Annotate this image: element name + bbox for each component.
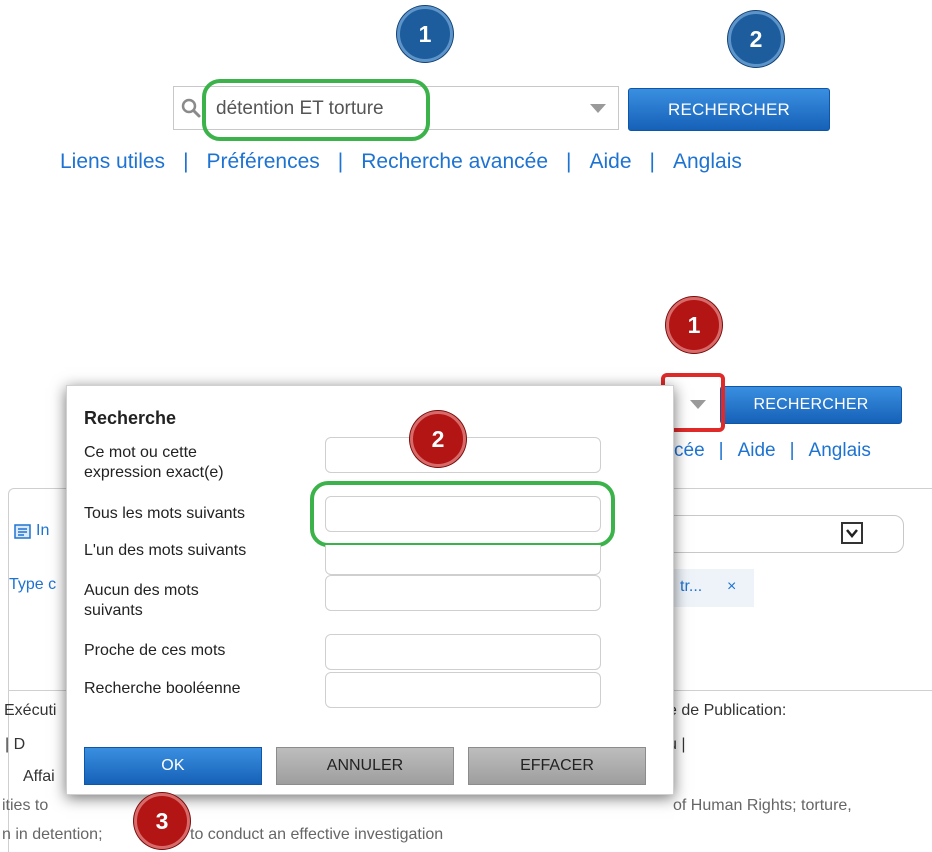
step-badge-1: 1: [397, 6, 453, 62]
link-recherche-avancee[interactable]: Recherche avancée: [361, 150, 548, 174]
none-words-input[interactable]: [325, 575, 601, 611]
column-right-heading: e de Publication:: [668, 702, 787, 719]
highlight-all-words-field: [310, 481, 615, 547]
link-aide[interactable]: Aide: [590, 150, 632, 174]
clear-button[interactable]: EFFACER: [468, 747, 646, 785]
dropdown-arrow-icon[interactable]: [590, 104, 606, 113]
snippet-line: of Human Rights; torture,: [673, 797, 852, 814]
link-anglais[interactable]: Anglais: [809, 440, 871, 462]
near-words-input[interactable]: [325, 634, 601, 670]
link-separator: |: [718, 440, 724, 461]
link-separator: |: [566, 150, 572, 173]
link-recherche-avancee-partial[interactable]: cée: [674, 440, 705, 462]
snippet-line: n in detention;: [2, 826, 103, 843]
search-button[interactable]: RECHERCHER: [628, 88, 830, 131]
filter-chip-label: tr...: [680, 578, 703, 595]
tab-fragment[interactable]: In: [36, 522, 49, 540]
step-badge-2: 2: [728, 11, 784, 67]
bottom-links-row: cée | Aide | Anglais: [674, 440, 871, 462]
link-separator: |: [789, 440, 795, 461]
chip-close-icon[interactable]: ×: [727, 578, 736, 596]
link-preferences[interactable]: Préférences: [207, 150, 320, 174]
top-links-row: Liens utiles | Préférences | Recherche a…: [60, 150, 742, 174]
search-button-2[interactable]: RECHERCHER: [720, 386, 902, 424]
link-separator: |: [183, 150, 189, 173]
select-dropdown-toggle[interactable]: [841, 522, 863, 544]
modal-title: Recherche: [84, 408, 177, 428]
link-separator: |: [649, 150, 655, 173]
step-badge-3-red: 3: [134, 793, 190, 849]
label-all-words: Tous les mots suivants: [84, 505, 245, 522]
link-aide[interactable]: Aide: [738, 440, 776, 462]
snippet-line: ities to: [2, 797, 49, 814]
snippet-line: to conduct an effective investigation: [190, 826, 444, 843]
label-any-words: L'un des mots suivants: [84, 542, 247, 559]
label-none-words: Aucun des mots suivants: [84, 582, 199, 619]
link-separator: |: [337, 150, 344, 173]
sort-select[interactable]: [650, 515, 904, 553]
any-words-input[interactable]: [325, 545, 601, 575]
label-near-words: Proche de ces mots: [84, 642, 226, 659]
column-left-heading: Exécuti: [4, 702, 57, 719]
step-badge-2-red: 2: [410, 411, 466, 467]
label-boolean-search: Recherche booléenne: [84, 680, 241, 697]
column-left-row: | D: [5, 736, 26, 753]
ok-button[interactable]: OK: [84, 747, 262, 785]
label-exact-phrase: Ce mot ou cette expression exact(e): [84, 444, 224, 481]
document-icon: [14, 524, 32, 540]
filter-fragment[interactable]: Type c: [9, 576, 56, 594]
highlight-search-field: [202, 79, 430, 141]
search-icon: [180, 97, 202, 119]
column-left-row: Affai: [23, 768, 55, 785]
cancel-button[interactable]: ANNULER: [276, 747, 454, 785]
link-anglais[interactable]: Anglais: [673, 150, 742, 174]
link-liens-utiles[interactable]: Liens utiles: [60, 150, 165, 174]
boolean-search-input[interactable]: [325, 672, 601, 708]
step-badge-1-red: 1: [666, 297, 722, 353]
